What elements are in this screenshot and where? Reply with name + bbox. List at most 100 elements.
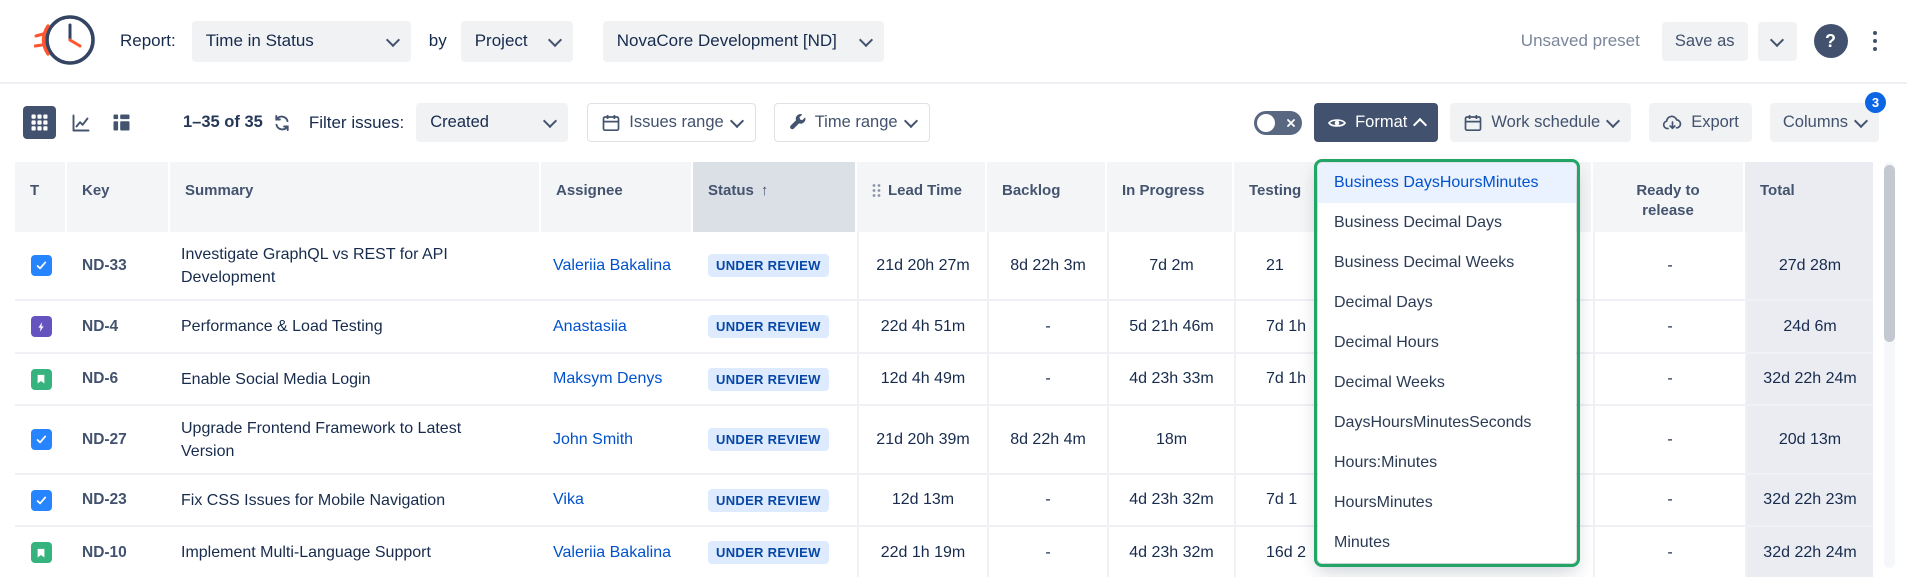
by-label: by — [429, 31, 447, 51]
format-menu-item[interactable]: Decimal Weeks — [1318, 363, 1576, 403]
table-row[interactable]: ND-4 Performance & Load Testing Anastasi… — [15, 301, 1873, 354]
format-menu-item[interactable]: HoursMinutes — [1318, 483, 1576, 523]
project-select[interactable]: NovaCore Development [ND] — [603, 21, 884, 62]
toggle-switch-off[interactable] — [1254, 111, 1302, 135]
format-button[interactable]: Format — [1314, 103, 1438, 142]
format-menu-item[interactable]: Business Decimal Weeks — [1318, 243, 1576, 283]
status-badge: UNDER REVIEW — [708, 428, 829, 451]
export-button[interactable]: Export — [1649, 103, 1752, 142]
work-schedule-label: Work schedule — [1491, 113, 1600, 132]
col-header-lead-time[interactable]: Lead Time — [857, 162, 987, 232]
table-row[interactable]: ND-10 Implement Multi-Language Support V… — [15, 527, 1873, 577]
issue-key[interactable]: ND-27 — [67, 406, 170, 473]
vertical-scrollbar-thumb[interactable] — [1884, 165, 1895, 342]
report-type-select[interactable]: Time in Status — [192, 21, 411, 62]
total-value: 24d 6m — [1745, 301, 1873, 352]
table-row[interactable]: ND-23 Fix CSS Issues for Mobile Navigati… — [15, 475, 1873, 527]
calendar-icon — [601, 113, 621, 133]
filter-field-select[interactable]: Created — [416, 103, 568, 142]
assignee-link[interactable]: John Smith — [553, 431, 633, 449]
refresh-icon — [272, 113, 292, 133]
issue-key[interactable]: ND-4 — [67, 301, 170, 352]
assignee-link[interactable]: Valeriia Bakalina — [553, 544, 671, 562]
time-range-button[interactable]: Time range — [774, 103, 930, 142]
format-menu-item[interactable]: Decimal Days — [1318, 283, 1576, 323]
status-badge: UNDER REVIEW — [708, 489, 829, 512]
col-header-ready-to-release[interactable]: Ready to release — [1593, 162, 1745, 232]
more-menu-button[interactable] — [1867, 25, 1884, 58]
top-bar: Report: Time in Status by Project NovaCo… — [0, 0, 1907, 84]
total-value: 20d 13m — [1745, 406, 1873, 473]
pivot-view-button[interactable] — [105, 106, 138, 139]
table-row[interactable]: ND-6 Enable Social Media Login Maksym De… — [15, 354, 1873, 406]
format-menu-item[interactable]: Minutes — [1318, 523, 1576, 563]
col-header-total[interactable]: Total — [1745, 162, 1873, 232]
chevron-down-icon — [543, 114, 557, 128]
format-menu-item[interactable]: Business Decimal Days — [1318, 203, 1576, 243]
in-progress-value: 5d 21h 46m — [1107, 301, 1234, 352]
chevron-up-icon — [1413, 117, 1427, 131]
unsaved-preset-label: Unsaved preset — [1521, 31, 1640, 51]
col-header-status[interactable]: Status ↑ — [693, 162, 857, 232]
columns-button[interactable]: Columns 3 — [1770, 103, 1879, 142]
assignee-link[interactable]: Vika — [553, 491, 584, 509]
time-range-label: Time range — [815, 113, 898, 132]
table-view-button[interactable] — [23, 106, 56, 139]
col-header-key[interactable]: Key — [67, 162, 170, 232]
assignee-link[interactable]: Valeriia Bakalina — [553, 257, 671, 275]
report-type-value: Time in Status — [206, 31, 314, 51]
lead-time-value: 12d 4h 49m — [857, 354, 987, 404]
format-menu-item[interactable]: Business DaysHoursMinutes — [1318, 163, 1576, 203]
col-header-summary[interactable]: Summary — [170, 162, 541, 232]
help-button[interactable]: ? — [1814, 24, 1848, 58]
issue-summary: Fix CSS Issues for Mobile Navigation — [181, 489, 445, 512]
chart-view-button[interactable] — [64, 106, 97, 139]
drag-handle-icon — [872, 183, 881, 198]
work-schedule-button[interactable]: Work schedule — [1450, 103, 1631, 142]
backlog-value: 8d 22h 4m — [987, 406, 1107, 473]
lead-time-value: 21d 20h 27m — [857, 232, 987, 299]
ready-to-release-value: - — [1593, 475, 1745, 525]
issue-summary: Investigate GraphQL vs REST for API Deve… — [181, 243, 493, 289]
col-header-in-progress[interactable]: In Progress — [1107, 162, 1234, 232]
toolbar: 1–35 of 35 Filter issues: Created Issues… — [0, 84, 1907, 161]
backlog-value: 8d 22h 3m — [987, 232, 1107, 299]
format-menu-item[interactable]: DaysHoursMinutesSeconds — [1318, 403, 1576, 443]
ready-to-release-value: - — [1593, 354, 1745, 404]
save-as-button[interactable]: Save as — [1662, 22, 1748, 61]
issue-key[interactable]: ND-6 — [67, 354, 170, 404]
col-header-type[interactable]: T — [15, 162, 67, 232]
ready-to-release-value: - — [1593, 527, 1745, 577]
issue-summary: Upgrade Frontend Framework to Latest Ver… — [181, 417, 493, 463]
issues-range-label: Issues range — [629, 113, 723, 132]
chevron-down-icon — [1854, 114, 1868, 128]
issues-range-button[interactable]: Issues range — [587, 103, 755, 142]
issue-key[interactable]: ND-10 — [67, 527, 170, 577]
assignee-link[interactable]: Maksym Denys — [553, 370, 662, 388]
table-row[interactable]: ND-27 Upgrade Frontend Framework to Late… — [15, 406, 1873, 475]
assignee-link[interactable]: Anastasiia — [553, 318, 627, 336]
columns-count-badge: 3 — [1865, 92, 1886, 113]
refresh-button[interactable] — [272, 113, 292, 133]
backlog-value: - — [987, 354, 1107, 404]
total-value: 32d 22h 24m — [1745, 354, 1873, 404]
format-menu-item[interactable]: Decimal Hours — [1318, 323, 1576, 363]
toggle-knob — [1257, 114, 1275, 132]
columns-label: Columns — [1783, 113, 1848, 132]
issue-key[interactable]: ND-23 — [67, 475, 170, 525]
issue-key[interactable]: ND-33 — [67, 232, 170, 299]
app-logo — [34, 10, 98, 72]
table-row[interactable]: ND-33 Investigate GraphQL vs REST for AP… — [15, 232, 1873, 301]
col-header-assignee[interactable]: Assignee — [541, 162, 693, 232]
col-header-backlog[interactable]: Backlog — [987, 162, 1107, 232]
group-by-select[interactable]: Project — [461, 21, 573, 62]
issue-summary: Performance & Load Testing — [181, 315, 383, 338]
in-progress-value: 4d 23h 32m — [1107, 475, 1234, 525]
format-menu-item[interactable]: Hours:Minutes — [1318, 443, 1576, 483]
chevron-down-icon — [386, 32, 400, 46]
filter-field-value: Created — [430, 113, 489, 132]
toggle-off-icon — [1286, 118, 1296, 128]
pagination-label: 1–35 of 35 — [183, 113, 263, 132]
save-as-dropdown-button[interactable] — [1758, 22, 1797, 61]
total-value: 27d 28m — [1745, 232, 1873, 299]
